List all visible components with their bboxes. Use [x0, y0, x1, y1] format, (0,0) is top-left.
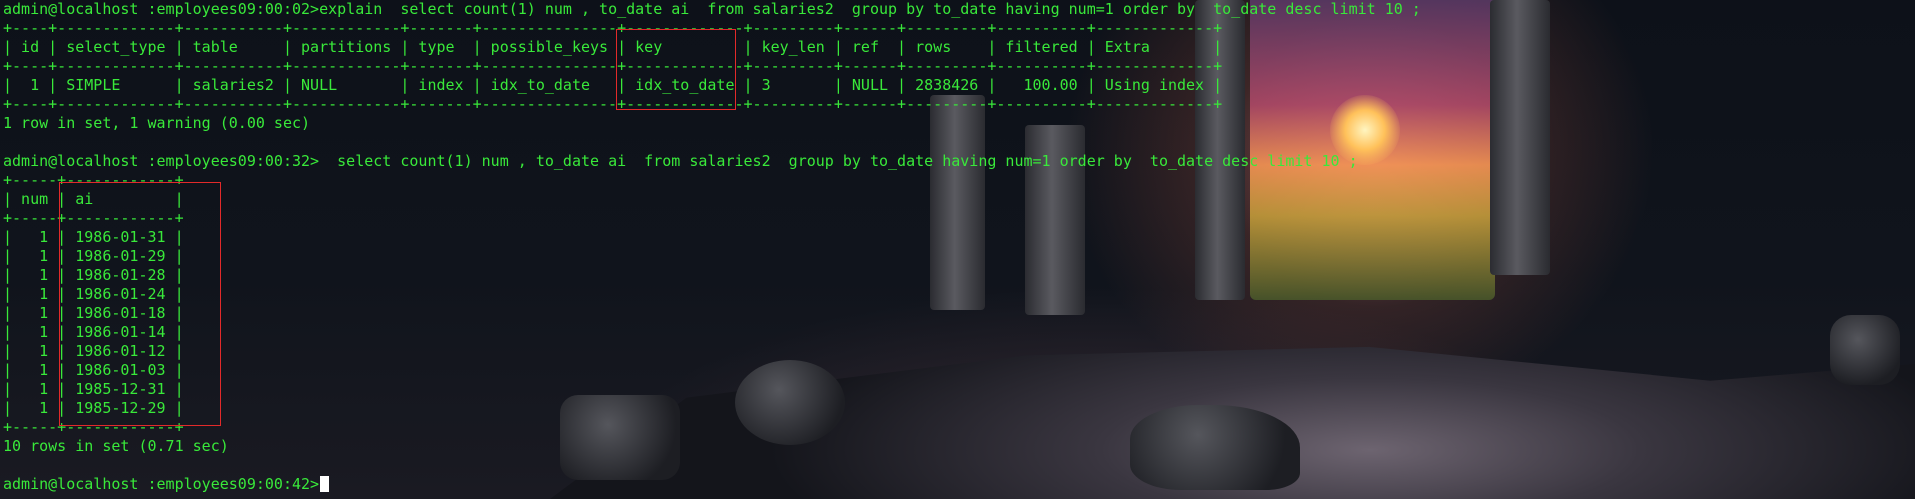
result-status: 10 rows in set (0.71 sec) — [3, 437, 229, 455]
explain-table-header: | id | select_type | table | partitions … — [3, 38, 1223, 56]
highlight-box-ai-column — [59, 182, 221, 426]
explain-table-row: | 1 | SIMPLE | salaries2 | NULL | index … — [3, 76, 1223, 94]
command-line-select: admin@localhost :employees09:00:32> sele… — [3, 152, 1358, 171]
command-text: select count(1) num , to_date ai from sa… — [319, 152, 1358, 170]
prompt: admin@localhost :employees09:00:02> — [3, 0, 320, 18]
command-line-explain: admin@localhost :employees09:00:02>expla… — [3, 0, 1421, 19]
terminal-window[interactable]: admin@localhost :employees09:00:02>expla… — [0, 0, 1915, 499]
explain-table-border: +----+-------------+-----------+--------… — [3, 95, 1223, 113]
explain-table-border: +----+-------------+-----------+--------… — [3, 57, 1223, 75]
explain-table-border: +----+-------------+-----------+--------… — [3, 19, 1223, 37]
command-line-current[interactable]: admin@localhost :employees09:00:42> — [3, 475, 330, 494]
highlight-box-key-column — [616, 29, 736, 110]
command-text: explain select count(1) num , to_date ai… — [319, 0, 1421, 18]
text-cursor — [320, 476, 330, 492]
explain-status: 1 row in set, 1 warning (0.00 sec) — [3, 114, 311, 132]
prompt: admin@localhost :employees09:00:32> — [3, 152, 320, 170]
prompt: admin@localhost :employees09:00:42> — [3, 475, 320, 493]
